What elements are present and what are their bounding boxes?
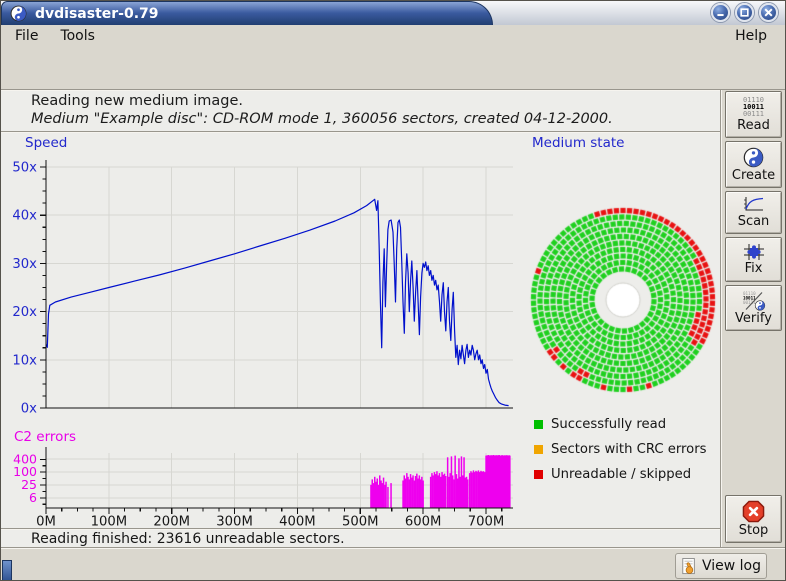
menu-help[interactable]: Help — [727, 26, 775, 46]
view-log-button[interactable]: View log — [675, 553, 767, 579]
maximize-button[interactable] — [735, 3, 754, 22]
legend-swatch — [534, 445, 543, 454]
view-log-icon — [681, 557, 697, 576]
statusbar-separator-line — [1, 528, 720, 530]
verify-button[interactable]: 01110 10011 00111 Verify — [725, 285, 782, 331]
close-button[interactable] — [759, 3, 778, 22]
legend-label: Sectors with CRC errors — [551, 442, 707, 457]
fix-puzzle-icon — [743, 243, 765, 261]
resize-grip[interactable] — [2, 560, 12, 581]
medium-state-disc — [526, 203, 720, 397]
scan-curve-icon — [743, 196, 765, 214]
medium-state-legend: Successfully read Sectors with CRC errors… — [534, 417, 707, 492]
title-tab: dvdisaster-0.79 — [1, 1, 493, 25]
app-yinyang-icon — [10, 5, 27, 22]
status-heading: Reading new medium image. — [31, 93, 243, 109]
menu-file[interactable]: File — [7, 26, 46, 46]
c2-errors-chart-title: C2 errors — [14, 429, 76, 445]
medium-state-title: Medium state — [532, 135, 624, 151]
legend-swatch — [534, 470, 543, 479]
create-yinyang-icon — [743, 147, 764, 168]
action-sidebar: 01110 10011 00111 Read Create Scan — [722, 90, 786, 547]
medium-description: Medium "Example disc": CD-ROM mode 1, 36… — [31, 111, 613, 127]
verify-compare-icon: 01110 10011 00111 — [742, 291, 766, 311]
statusbar-text: Reading finished: 23616 unreadable secto… — [31, 531, 345, 547]
legend-label: Successfully read — [551, 417, 666, 432]
fix-button[interactable]: Fix — [725, 237, 782, 282]
footer-bar: View log — [1, 547, 785, 581]
legend-label: Unreadable / skipped — [551, 467, 691, 482]
legend-item-1: Sectors with CRC errors — [534, 442, 707, 456]
toolbar: Optical drive 52X FW 1.02 011 10011 0011… — [1, 47, 785, 89]
stop-button[interactable]: Stop — [725, 495, 782, 543]
dvdisaster-window: dvdisaster-0.79 File Tools Help — [0, 0, 786, 581]
speed-chart-title: Speed — [25, 135, 67, 151]
menubar: File Tools Help — [1, 25, 785, 47]
window-title: dvdisaster-0.79 — [35, 6, 159, 22]
stop-octagon-icon — [742, 500, 765, 523]
create-button[interactable]: Create — [725, 141, 782, 188]
read-button[interactable]: 01110 10011 00111 Read — [725, 91, 782, 138]
minimize-icon — [715, 7, 726, 18]
scan-button[interactable]: Scan — [725, 191, 782, 234]
close-icon — [763, 7, 774, 18]
minimize-button[interactable] — [711, 3, 730, 22]
legend-item-0: Successfully read — [534, 417, 707, 431]
read-binary-icon: 01110 10011 00111 — [743, 97, 764, 118]
maximize-icon — [739, 7, 750, 18]
menu-tools[interactable]: Tools — [52, 26, 103, 46]
legend-swatch — [534, 420, 543, 429]
info-separator-line — [1, 131, 720, 133]
titlebar[interactable]: dvdisaster-0.79 — [1, 1, 785, 26]
legend-item-2: Unreadable / skipped — [534, 467, 707, 481]
